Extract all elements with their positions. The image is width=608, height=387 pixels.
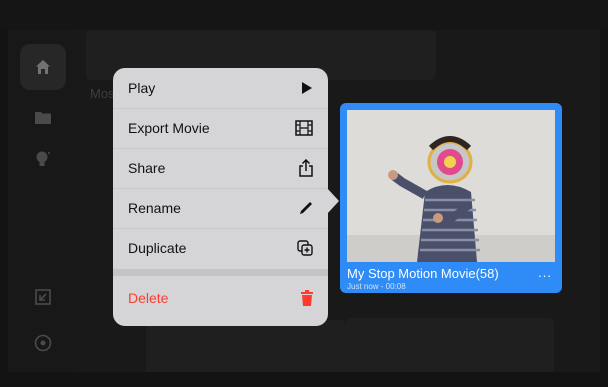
menu-item-label: Delete	[128, 290, 169, 306]
menu-item-label: Play	[128, 80, 156, 96]
movie-title: My Stop Motion Movie(58)	[347, 266, 499, 281]
menu-item-delete[interactable]: Delete	[113, 278, 328, 318]
menu-item-share[interactable]: Share	[113, 148, 328, 188]
pencil-icon	[300, 202, 312, 214]
movie-thumbnail	[347, 110, 555, 262]
menu-item-label: Export Movie	[128, 120, 210, 136]
menu-item-export-movie[interactable]: Export Movie	[113, 108, 328, 148]
trash-icon	[301, 290, 313, 306]
menu-item-duplicate[interactable]: Duplicate	[113, 228, 328, 268]
menu-separator	[113, 269, 328, 276]
menu-item-play[interactable]: Play	[113, 68, 328, 108]
menu-pointer-arrow	[327, 188, 339, 214]
movie-subtitle: Just now - 00:08	[347, 282, 406, 291]
menu-item-label: Rename	[128, 200, 181, 216]
menu-item-label: Duplicate	[128, 240, 187, 256]
menu-item-rename[interactable]: Rename	[113, 188, 328, 228]
context-menu: Play Export Movie Share Rename Duplicate…	[113, 68, 328, 326]
duplicate-icon	[297, 240, 313, 256]
more-options-button[interactable]: ...	[538, 265, 552, 280]
film-icon	[295, 120, 313, 136]
menu-item-label: Share	[128, 160, 166, 176]
play-icon	[302, 82, 312, 94]
share-icon	[299, 159, 313, 177]
selected-movie-card[interactable]: My Stop Motion Movie(58) Just now - 00:0…	[340, 103, 562, 293]
